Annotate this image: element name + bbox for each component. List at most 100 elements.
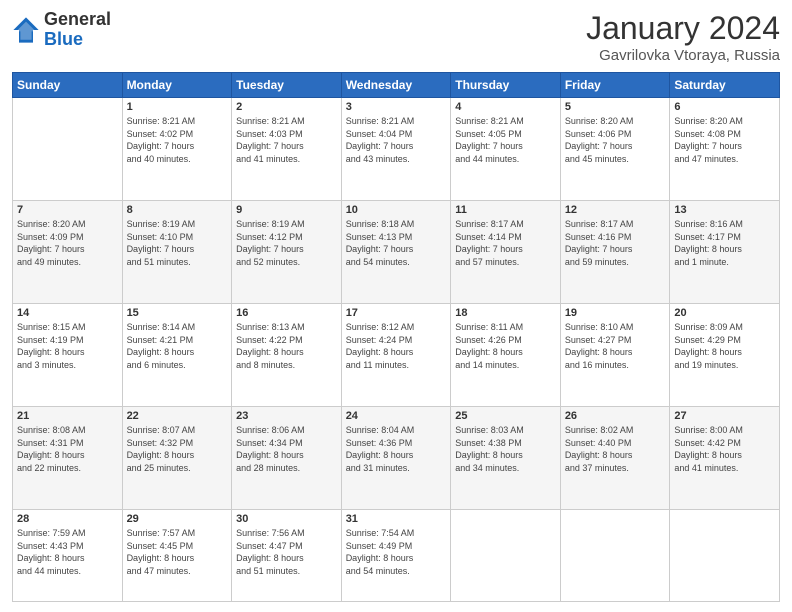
table-row <box>451 510 561 602</box>
day-number: 16 <box>236 307 337 319</box>
day-info: Sunrise: 7:54 AM Sunset: 4:49 PM Dayligh… <box>346 527 447 577</box>
day-info: Sunrise: 8:21 AM Sunset: 4:03 PM Dayligh… <box>236 115 337 165</box>
table-row: 15 Sunrise: 8:14 AM Sunset: 4:21 PM Dayli… <box>122 304 232 407</box>
day-number: 23 <box>236 410 337 422</box>
col-wednesday: Wednesday <box>341 73 451 98</box>
table-row: 2 Sunrise: 8:21 AM Sunset: 4:03 PM Daylig… <box>232 98 342 201</box>
day-number: 31 <box>346 513 447 525</box>
table-row: 26 Sunrise: 8:02 AM Sunset: 4:40 PM Dayli… <box>560 407 670 510</box>
table-row: 19 Sunrise: 8:10 AM Sunset: 4:27 PM Dayli… <box>560 304 670 407</box>
table-row: 3Sunrise: 8:21 AM Sunset: 4:04 PM Daylig… <box>341 98 451 201</box>
day-info: Sunrise: 8:00 AM Sunset: 4:42 PM Dayligh… <box>674 424 775 474</box>
day-number: 29 <box>127 513 228 525</box>
day-info: Sunrise: 8:18 AM Sunset: 4:13 PM Dayligh… <box>346 218 447 268</box>
day-info: Sunrise: 8:20 AM Sunset: 4:06 PM Dayligh… <box>565 115 666 165</box>
table-row <box>13 98 123 201</box>
day-info: Sunrise: 8:19 AM Sunset: 4:12 PM Dayligh… <box>236 218 337 268</box>
title-block: January 2024 Gavrilovka Vtoraya, Russia <box>586 10 780 64</box>
table-row <box>560 510 670 602</box>
col-saturday: Saturday <box>670 73 780 98</box>
table-row: 12 Sunrise: 8:17 AM Sunset: 4:16 PM Dayli… <box>560 201 670 304</box>
day-number: 18 <box>455 307 556 319</box>
day-number: 25 <box>455 410 556 422</box>
day-info: Sunrise: 7:56 AM Sunset: 4:47 PM Dayligh… <box>236 527 337 577</box>
table-row: 8 Sunrise: 8:19 AM Sunset: 4:10 PM Daylig… <box>122 201 232 304</box>
table-row: 23 Sunrise: 8:06 AM Sunset: 4:34 PM Dayli… <box>232 407 342 510</box>
day-number: 7 <box>17 204 118 216</box>
day-number: 15 <box>127 307 228 319</box>
table-row: 11 Sunrise: 8:17 AM Sunset: 4:14 PM Dayli… <box>451 201 561 304</box>
day-number: 19 <box>565 307 666 319</box>
logo-general: General <box>44 10 111 30</box>
col-thursday: Thursday <box>451 73 561 98</box>
day-info: Sunrise: 8:16 AM Sunset: 4:17 PM Dayligh… <box>674 218 775 268</box>
table-row: 6Sunrise: 8:20 AM Sunset: 4:08 PM Daylig… <box>670 98 780 201</box>
table-row: 16 Sunrise: 8:13 AM Sunset: 4:22 PM Dayli… <box>232 304 342 407</box>
table-row: 24 Sunrise: 8:04 AM Sunset: 4:36 PM Dayli… <box>341 407 451 510</box>
table-row: 28 Sunrise: 7:59 AM Sunset: 4:43 PM Dayli… <box>13 510 123 602</box>
day-number: 20 <box>674 307 775 319</box>
table-row: 29Sunrise: 7:57 AM Sunset: 4:45 PM Dayli… <box>122 510 232 602</box>
col-monday: Monday <box>122 73 232 98</box>
day-number: 28 <box>17 513 118 525</box>
day-info: Sunrise: 8:20 AM Sunset: 4:08 PM Dayligh… <box>674 115 775 165</box>
header: General Blue January 2024 Gavrilovka Vto… <box>12 10 780 64</box>
table-row: 21 Sunrise: 8:08 AM Sunset: 4:31 PM Dayli… <box>13 407 123 510</box>
table-row <box>670 510 780 602</box>
day-info: Sunrise: 8:02 AM Sunset: 4:40 PM Dayligh… <box>565 424 666 474</box>
day-number: 12 <box>565 204 666 216</box>
day-number: 9 <box>236 204 337 216</box>
calendar-table: Sunday Monday Tuesday Wednesday Thursday… <box>12 72 780 602</box>
day-info: Sunrise: 8:10 AM Sunset: 4:27 PM Dayligh… <box>565 321 666 371</box>
table-row: 4 Sunrise: 8:21 AM Sunset: 4:05 PM Daylig… <box>451 98 561 201</box>
logo-icon <box>12 16 40 44</box>
table-row: 9 Sunrise: 8:19 AM Sunset: 4:12 PM Daylig… <box>232 201 342 304</box>
day-info: Sunrise: 8:17 AM Sunset: 4:16 PM Dayligh… <box>565 218 666 268</box>
day-number: 22 <box>127 410 228 422</box>
table-row: 31 Sunrise: 7:54 AM Sunset: 4:49 PM Dayli… <box>341 510 451 602</box>
day-number: 17 <box>346 307 447 319</box>
table-row: 30 Sunrise: 7:56 AM Sunset: 4:47 PM Dayli… <box>232 510 342 602</box>
table-row: 27 Sunrise: 8:00 AM Sunset: 4:42 PM Dayli… <box>670 407 780 510</box>
day-info: Sunrise: 8:17 AM Sunset: 4:14 PM Dayligh… <box>455 218 556 268</box>
day-info: Sunrise: 8:21 AM Sunset: 4:02 PM Dayligh… <box>127 115 228 165</box>
table-row: 10Sunrise: 8:18 AM Sunset: 4:13 PM Dayli… <box>341 201 451 304</box>
day-info: Sunrise: 8:08 AM Sunset: 4:31 PM Dayligh… <box>17 424 118 474</box>
day-number: 30 <box>236 513 337 525</box>
table-row: 1Sunrise: 8:21 AM Sunset: 4:02 PM Daylig… <box>122 98 232 201</box>
day-number: 21 <box>17 410 118 422</box>
col-tuesday: Tuesday <box>232 73 342 98</box>
day-number: 27 <box>674 410 775 422</box>
day-number: 2 <box>236 101 337 113</box>
day-number: 3 <box>346 101 447 113</box>
table-row: 20Sunrise: 8:09 AM Sunset: 4:29 PM Dayli… <box>670 304 780 407</box>
day-number: 8 <box>127 204 228 216</box>
location-title: Gavrilovka Vtoraya, Russia <box>586 47 780 64</box>
day-info: Sunrise: 8:21 AM Sunset: 4:05 PM Dayligh… <box>455 115 556 165</box>
col-sunday: Sunday <box>13 73 123 98</box>
day-number: 4 <box>455 101 556 113</box>
table-row: 18 Sunrise: 8:11 AM Sunset: 4:26 PM Dayli… <box>451 304 561 407</box>
table-row: 5Sunrise: 8:20 AM Sunset: 4:06 PM Daylig… <box>560 98 670 201</box>
page: General Blue January 2024 Gavrilovka Vto… <box>0 0 792 612</box>
day-info: Sunrise: 8:19 AM Sunset: 4:10 PM Dayligh… <box>127 218 228 268</box>
day-number: 11 <box>455 204 556 216</box>
day-info: Sunrise: 8:06 AM Sunset: 4:34 PM Dayligh… <box>236 424 337 474</box>
logo-text: General Blue <box>44 10 111 50</box>
calendar-header-row: Sunday Monday Tuesday Wednesday Thursday… <box>13 73 780 98</box>
day-number: 26 <box>565 410 666 422</box>
month-title: January 2024 <box>586 10 780 47</box>
day-number: 14 <box>17 307 118 319</box>
table-row: 7Sunrise: 8:20 AM Sunset: 4:09 PM Daylig… <box>13 201 123 304</box>
table-row: 14Sunrise: 8:15 AM Sunset: 4:19 PM Dayli… <box>13 304 123 407</box>
col-friday: Friday <box>560 73 670 98</box>
day-info: Sunrise: 7:59 AM Sunset: 4:43 PM Dayligh… <box>17 527 118 577</box>
table-row: 25Sunrise: 8:03 AM Sunset: 4:38 PM Dayli… <box>451 407 561 510</box>
day-info: Sunrise: 8:04 AM Sunset: 4:36 PM Dayligh… <box>346 424 447 474</box>
day-number: 24 <box>346 410 447 422</box>
day-info: Sunrise: 8:14 AM Sunset: 4:21 PM Dayligh… <box>127 321 228 371</box>
day-info: Sunrise: 8:11 AM Sunset: 4:26 PM Dayligh… <box>455 321 556 371</box>
day-info: Sunrise: 8:13 AM Sunset: 4:22 PM Dayligh… <box>236 321 337 371</box>
day-number: 13 <box>674 204 775 216</box>
logo: General Blue <box>12 10 111 50</box>
